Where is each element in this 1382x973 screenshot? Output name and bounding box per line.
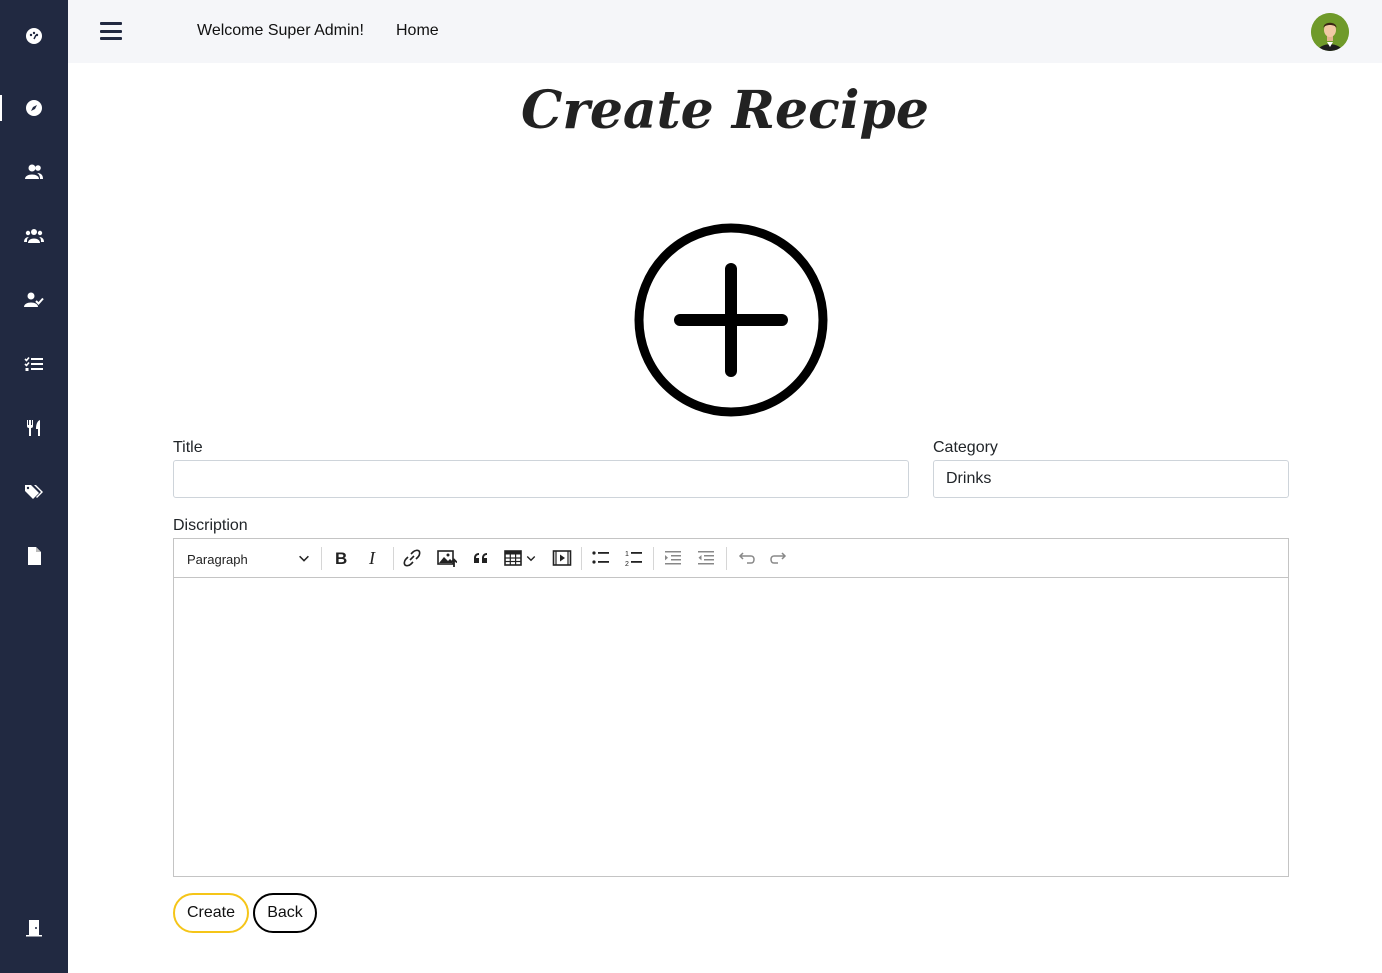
dashboard-icon: [26, 28, 42, 44]
users-icon: [25, 164, 43, 179]
outdent-icon: [698, 551, 714, 565]
undo-button[interactable]: [735, 546, 757, 570]
user-check-icon: [24, 292, 44, 307]
sidebar-item-dashboard[interactable]: [0, 16, 68, 56]
image-upload-icon: [437, 550, 457, 567]
media-embed-button[interactable]: [551, 546, 573, 570]
plus-circle-icon: [634, 223, 828, 417]
numbered-list-icon: 12: [625, 551, 642, 568]
undo-icon: [738, 552, 755, 564]
menu-toggle-icon[interactable]: [100, 22, 122, 40]
home-link[interactable]: Home: [396, 22, 439, 40]
user-avatar-icon: [1311, 13, 1349, 51]
decrease-indent-button[interactable]: [695, 546, 717, 570]
numbered-list-button[interactable]: 12: [623, 546, 645, 570]
welcome-text: Welcome Super Admin!: [197, 22, 364, 39]
svg-text:2: 2: [625, 561, 629, 568]
category-input[interactable]: [933, 460, 1289, 498]
category-label: Category: [933, 439, 998, 456]
sidebar-item-approvals[interactable]: [0, 280, 68, 320]
bold-button[interactable]: B: [330, 546, 352, 570]
link-icon: [403, 549, 421, 567]
media-embed-icon: [552, 550, 572, 566]
user-group-icon: [24, 229, 44, 243]
add-image-button[interactable]: [631, 221, 831, 421]
sidebar-item-recipes[interactable]: [0, 408, 68, 448]
quote-icon: [474, 553, 487, 563]
block-quote-button[interactable]: [470, 546, 492, 570]
task-list-icon: [24, 356, 43, 371]
sidebar-item-groups[interactable]: [0, 216, 68, 256]
sidebar-item-logout[interactable]: [0, 908, 68, 948]
sidebar-item-tasks[interactable]: [0, 344, 68, 384]
svg-text:B: B: [335, 549, 347, 568]
increase-indent-button[interactable]: [662, 546, 684, 570]
table-chevron-down-icon: [526, 556, 536, 562]
redo-icon: [770, 552, 787, 564]
title-label: Title: [173, 439, 203, 456]
bold-icon: B: [335, 549, 347, 568]
italic-button[interactable]: I: [363, 546, 385, 570]
insert-table-button[interactable]: [503, 546, 543, 570]
description-label: Discription: [173, 517, 248, 534]
link-button[interactable]: [401, 546, 423, 570]
insert-image-button[interactable]: [435, 546, 459, 570]
rich-text-editor: Paragraph B I 12: [173, 538, 1289, 877]
bulleted-list-icon: [592, 551, 609, 564]
avatar[interactable]: [1311, 13, 1349, 51]
sidebar-item-documents[interactable]: [0, 536, 68, 576]
svg-text:1: 1: [625, 551, 629, 558]
tags-icon: [25, 485, 43, 499]
page-title: Create Recipe: [521, 80, 929, 141]
create-button[interactable]: Create: [173, 893, 249, 933]
indent-icon: [665, 551, 681, 565]
sidebar-item-tags[interactable]: [0, 472, 68, 512]
editor-content-area[interactable]: [174, 578, 1288, 876]
chevron-down-icon: [299, 555, 309, 562]
sidebar-item-users[interactable]: [0, 152, 68, 192]
editor-toolbar: Paragraph B I 12: [174, 539, 1288, 578]
utensils-icon: [27, 420, 40, 436]
table-icon: [504, 550, 522, 566]
top-navbar: Welcome Super Admin! Home: [68, 0, 1382, 63]
file-icon: [28, 547, 41, 565]
svg-text:I: I: [368, 548, 376, 568]
bulleted-list-button[interactable]: [590, 546, 612, 570]
logout-door-icon: [26, 920, 42, 937]
sidebar: [0, 0, 68, 973]
redo-button[interactable]: [768, 546, 790, 570]
heading-dropdown[interactable]: Paragraph: [187, 547, 311, 571]
heading-dropdown-value: Paragraph: [187, 551, 248, 567]
title-input[interactable]: [173, 460, 909, 498]
italic-icon: I: [368, 548, 376, 568]
back-button[interactable]: Back: [253, 893, 317, 933]
